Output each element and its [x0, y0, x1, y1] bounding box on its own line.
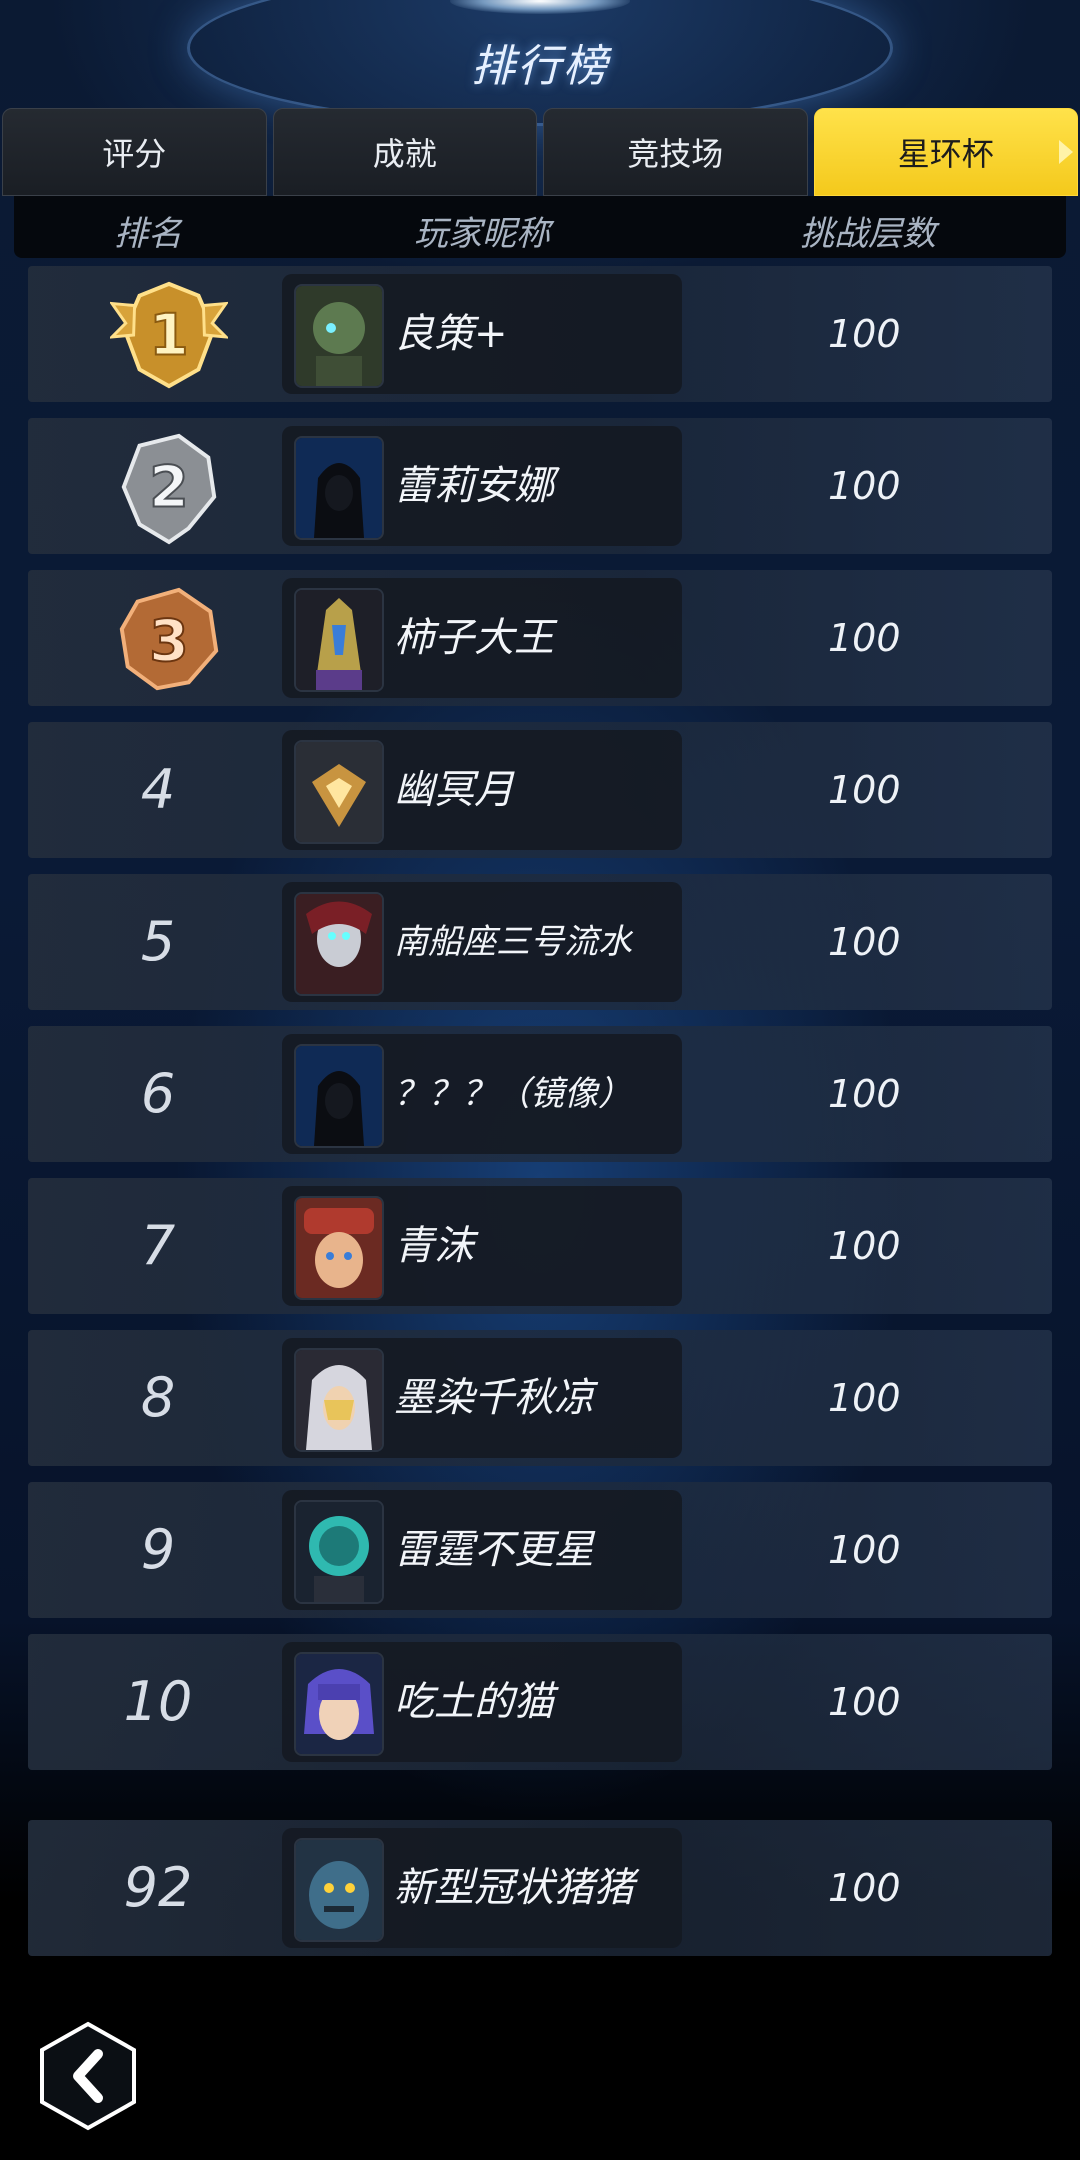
floors-value: 100 — [828, 464, 901, 508]
column-floors: 挑战层数 — [800, 214, 936, 254]
player-card: ？？？（镜像） — [282, 1034, 682, 1154]
leaderboard-row[interactable]: 3 柿子大王 100 — [28, 570, 1052, 706]
gold-medal-icon: 1 — [110, 281, 228, 389]
floors-value: 100 — [828, 1376, 901, 1420]
floors-value: 100 — [828, 1866, 901, 1910]
player-name: 良策+ — [394, 311, 508, 357]
player-name: 青沫 — [394, 1223, 474, 1269]
tab-star-ring-cup[interactable]: 星环杯 — [813, 108, 1078, 196]
player-avatar[interactable] — [294, 1196, 384, 1300]
leaderboard-row[interactable]: 1 良策+ 100 — [28, 266, 1052, 402]
player-name: 蕾莉安娜 — [394, 463, 554, 509]
svg-text:1: 1 — [149, 303, 189, 369]
player-avatar[interactable] — [294, 1652, 384, 1756]
tab-achievements[interactable]: 成就 — [272, 108, 537, 196]
floors-value: 100 — [828, 1680, 901, 1724]
player-avatar[interactable] — [294, 588, 384, 692]
floors-value: 100 — [828, 920, 901, 964]
leaderboard-row[interactable]: 7 青沫 100 — [28, 1178, 1052, 1314]
leaderboard-row[interactable]: 5 南船座三号流水 100 — [28, 874, 1052, 1010]
tab-star-ring-cup-label: 星环杯 — [897, 135, 994, 173]
player-avatar[interactable] — [294, 1348, 384, 1452]
my-rank-row[interactable]: 92 新型冠状猪猪 100 — [28, 1820, 1052, 1956]
page-title: 排行榜 — [471, 41, 609, 92]
leaderboard-row[interactable]: 4 幽冥月 100 — [28, 722, 1052, 858]
player-name: 幽冥月 — [394, 767, 514, 813]
player-avatar[interactable] — [294, 436, 384, 540]
player-card: 雷霆不更星 — [282, 1490, 682, 1610]
player-name: 南船座三号流水 — [394, 922, 632, 962]
player-name: 新型冠状猪猪 — [394, 1865, 634, 1911]
player-name: ？？？（镜像） — [394, 1074, 632, 1114]
player-name: 墨染千秋凉 — [394, 1375, 594, 1421]
column-player: 玩家昵称 — [414, 214, 550, 254]
rank-number: 92 — [123, 1856, 193, 1919]
player-card: 幽冥月 — [282, 730, 682, 850]
rank-number: 10 — [123, 1670, 193, 1733]
leaderboard-row[interactable]: 8 墨染千秋凉 100 — [28, 1330, 1052, 1466]
player-avatar[interactable] — [294, 284, 384, 388]
floors-value: 100 — [828, 312, 901, 356]
rank-number: 8 — [140, 1366, 176, 1429]
player-avatar[interactable] — [294, 892, 384, 996]
leaderboard-header: 排名 玩家昵称 挑战层数 — [14, 196, 1066, 258]
player-card: 墨染千秋凉 — [282, 1338, 682, 1458]
player-avatar[interactable] — [294, 1838, 384, 1942]
floors-value: 100 — [828, 1224, 901, 1268]
leaderboard-row[interactable]: 2 蕾莉安娜 100 — [28, 418, 1052, 554]
player-avatar[interactable] — [294, 1500, 384, 1604]
player-avatar[interactable] — [294, 740, 384, 844]
svg-text:2: 2 — [149, 455, 189, 521]
floors-value: 100 — [828, 1528, 901, 1572]
player-avatar[interactable] — [294, 1044, 384, 1148]
player-card: 柿子大王 — [282, 578, 682, 698]
rank-number: 5 — [140, 910, 176, 973]
tab-arrow-icon — [1059, 140, 1073, 164]
rank-number: 6 — [140, 1062, 176, 1125]
tab-arena[interactable]: 竞技场 — [543, 108, 808, 196]
player-card: 南船座三号流水 — [282, 882, 682, 1002]
back-button[interactable] — [36, 2020, 140, 2132]
floors-value: 100 — [828, 768, 901, 812]
player-card: 新型冠状猪猪 — [282, 1828, 682, 1948]
player-card: 良策+ — [282, 274, 682, 394]
rank-number: 7 — [140, 1214, 176, 1277]
player-name: 雷霆不更星 — [394, 1527, 594, 1573]
leaderboard-row[interactable]: 6 ？？？（镜像） 100 — [28, 1026, 1052, 1162]
tab-bar: 评分 成就 竞技场 星环杯 — [2, 108, 1078, 196]
rank-number: 4 — [140, 758, 176, 821]
floors-value: 100 — [828, 1072, 901, 1116]
leaderboard-row[interactable]: 9 雷霆不更星 100 — [28, 1482, 1052, 1618]
silver-medal-icon: 2 — [121, 433, 217, 545]
player-name: 柿子大王 — [394, 615, 554, 661]
player-card: 蕾莉安娜 — [282, 426, 682, 546]
player-name: 吃土的猫 — [394, 1679, 554, 1725]
svg-text:3: 3 — [149, 609, 189, 675]
leaderboard-row[interactable]: 10 吃土的猫 100 — [28, 1634, 1052, 1770]
player-card: 青沫 — [282, 1186, 682, 1306]
floors-value: 100 — [828, 616, 901, 660]
player-card: 吃土的猫 — [282, 1642, 682, 1762]
tab-rating[interactable]: 评分 — [2, 108, 267, 196]
rank-number: 9 — [140, 1518, 176, 1581]
bronze-medal-icon: 3 — [119, 587, 219, 691]
column-rank: 排名 — [114, 214, 182, 254]
